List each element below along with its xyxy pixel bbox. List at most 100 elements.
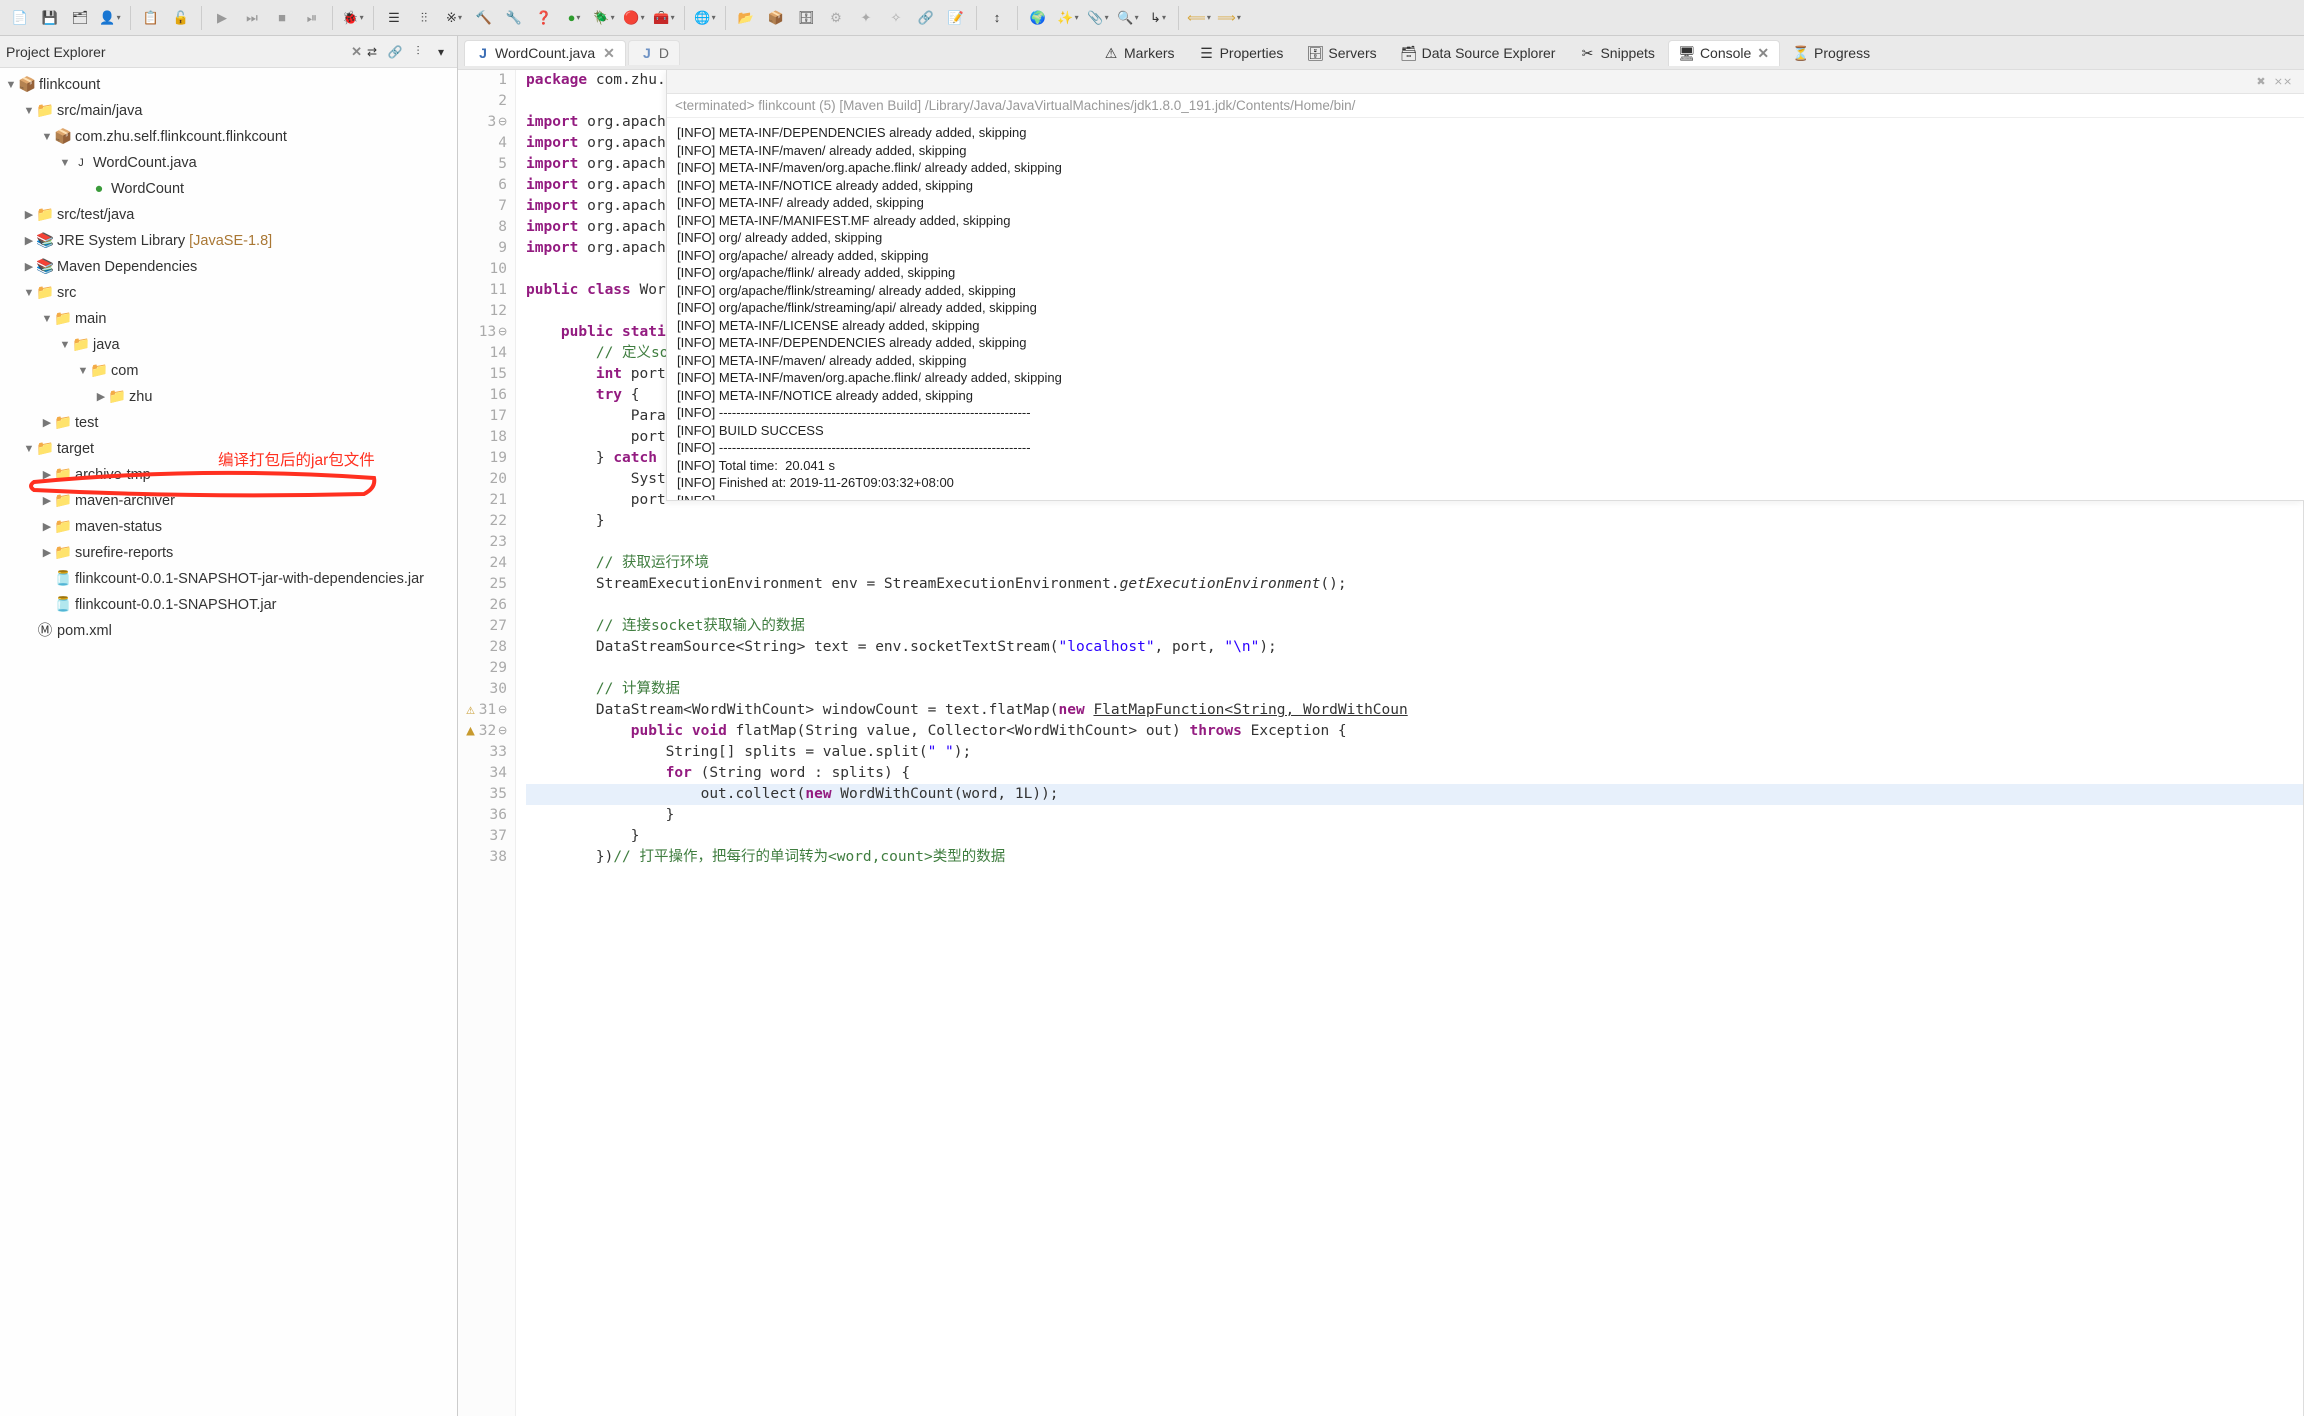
wand2-icon[interactable]: ✦: [852, 4, 880, 32]
new-icon[interactable]: 📄: [6, 4, 34, 32]
expand-arrow-icon[interactable]: ▶: [22, 256, 36, 278]
save-icon[interactable]: 💾: [36, 4, 64, 32]
open-icon[interactable]: 🔓: [167, 4, 195, 32]
saveall-icon[interactable]: 🗂: [66, 4, 94, 32]
run-ext-icon[interactable]: 🧰▾: [650, 4, 678, 32]
link-icon[interactable]: 🔗: [912, 4, 940, 32]
view-tab-properties[interactable]: ☰Properties: [1188, 40, 1295, 65]
editor-tab-wordcount[interactable]: J WordCount.java ✕: [464, 40, 626, 66]
expand-arrow-icon[interactable]: ▶: [94, 386, 108, 408]
close-icon[interactable]: ✕: [351, 44, 362, 60]
tree-item[interactable]: ▼📁main: [0, 306, 457, 332]
package-icon[interactable]: 📦: [762, 4, 790, 32]
console-output[interactable]: [INFO] META-INF/DEPENDENCIES already add…: [667, 118, 2304, 500]
filter-icon[interactable]: ※▾: [440, 4, 468, 32]
globe-icon[interactable]: 🌐▾: [691, 4, 719, 32]
tree-item[interactable]: ▼📁src: [0, 280, 457, 306]
step-in-icon[interactable]: ↳▾: [1144, 4, 1172, 32]
tree-item[interactable]: ▼📦flinkcount: [0, 72, 457, 98]
code-line[interactable]: public void flatMap(String value, Collec…: [526, 721, 2303, 742]
menu-icon[interactable]: ▾: [431, 42, 451, 62]
expand-arrow-icon[interactable]: ▶: [40, 542, 54, 564]
external-icon[interactable]: 🔴▾: [620, 4, 648, 32]
code-line[interactable]: }: [526, 511, 2303, 532]
expand-arrow-icon[interactable]: ▶: [40, 490, 54, 512]
expand-arrow-icon[interactable]: ▼: [58, 152, 72, 174]
view-tab-servers[interactable]: 🗄Servers: [1296, 40, 1387, 65]
expand-arrow-icon[interactable]: ▼: [22, 100, 36, 122]
tree-item[interactable]: 🫙flinkcount-0.0.1-SNAPSHOT-jar-with-depe…: [0, 566, 457, 592]
tree-item[interactable]: ▶📁src/test/java: [0, 202, 457, 228]
expand-arrow-icon[interactable]: ▶: [22, 230, 36, 252]
code-line[interactable]: out.collect(new WordWithCount(word, 1L))…: [526, 784, 2303, 805]
tree-item[interactable]: ▶📚JRE System Library [JavaSE-1.8]: [0, 228, 457, 254]
expand-arrow-icon[interactable]: ▼: [40, 308, 54, 330]
code-line[interactable]: DataStream<WordWithCount> windowCount = …: [526, 700, 2303, 721]
code-line[interactable]: // 连接socket获取输入的数据: [526, 616, 2303, 637]
expand-arrow-icon[interactable]: ▶: [40, 412, 54, 434]
wand-icon[interactable]: 🔨: [470, 4, 498, 32]
tree-item[interactable]: ▼📦com.zhu.self.flinkcount.flinkcount: [0, 124, 457, 150]
magic-icon[interactable]: ✨▾: [1054, 4, 1082, 32]
focus-icon[interactable]: ⫶: [408, 42, 428, 62]
tree-item[interactable]: ▶📚Maven Dependencies: [0, 254, 457, 280]
run-icon[interactable]: ▶: [208, 4, 236, 32]
tree-item[interactable]: ▶📁surefire-reports: [0, 540, 457, 566]
expand-arrow-icon[interactable]: ▶: [40, 516, 54, 538]
code-line[interactable]: }: [526, 826, 2303, 847]
step-icon[interactable]: ↕: [983, 4, 1011, 32]
expand-arrow-icon[interactable]: ▼: [58, 334, 72, 356]
tree-item[interactable]: ▶📁zhu: [0, 384, 457, 410]
expand-arrow-icon[interactable]: ▼: [4, 74, 18, 96]
nav-icon[interactable]: 🔍▾: [1114, 4, 1142, 32]
outline2-icon[interactable]: ⫶⫶: [410, 4, 438, 32]
expand-arrow-icon[interactable]: ▼: [22, 438, 36, 460]
stop-icon[interactable]: ■: [268, 4, 296, 32]
expand-arrow-icon[interactable]: ▼: [76, 360, 90, 382]
collapse-icon[interactable]: ⇄: [362, 42, 382, 62]
code-line[interactable]: DataStreamSource<String> text = env.sock…: [526, 637, 2303, 658]
world-icon[interactable]: 🌍: [1024, 4, 1052, 32]
view-tab-markers[interactable]: ⚠Markers: [1092, 40, 1186, 65]
tab-close-icon[interactable]: ✕: [1757, 45, 1769, 62]
tree-item[interactable]: Ⓜpom.xml: [0, 618, 457, 644]
tree-item[interactable]: ▶📁maven-status: [0, 514, 457, 540]
new-folder-icon[interactable]: 📂: [732, 4, 760, 32]
doc-icon[interactable]: 📝: [942, 4, 970, 32]
project-tree[interactable]: ▼📦flinkcount▼📁src/main/java▼📦com.zhu.sel…: [0, 68, 457, 1416]
tree-item[interactable]: ▼JWordCount.java: [0, 150, 457, 176]
code-line[interactable]: })// 打平操作，把每行的单词转为<word,count>类型的数据: [526, 847, 2303, 868]
editor-tab-other[interactable]: J D: [628, 40, 680, 65]
tree-item[interactable]: ●WordCount: [0, 176, 457, 202]
expand-arrow-icon[interactable]: ▼: [22, 282, 36, 304]
person-icon[interactable]: 👤▾: [96, 4, 124, 32]
console-removeall-icon[interactable]: ⨯⨯: [2274, 73, 2292, 91]
expand-arrow-icon[interactable]: ▶: [22, 204, 36, 226]
tree-item[interactable]: 🫙flinkcount-0.0.1-SNAPSHOT.jar: [0, 592, 457, 618]
tree-item[interactable]: ▼📁src/main/java: [0, 98, 457, 124]
debug-run-icon[interactable]: 🪲▾: [590, 4, 618, 32]
code-line[interactable]: [526, 595, 2303, 616]
code-line[interactable]: String[] splits = value.split(" ");: [526, 742, 2303, 763]
console-remove-icon[interactable]: ✖: [2252, 73, 2270, 91]
search-config-icon[interactable]: 🔧: [500, 4, 528, 32]
expand-arrow-icon[interactable]: ▶: [40, 464, 54, 486]
code-line[interactable]: StreamExecutionEnvironment env = StreamE…: [526, 574, 2303, 595]
git-icon[interactable]: ⚙: [822, 4, 850, 32]
forward-icon[interactable]: ⟹▾: [1215, 4, 1243, 32]
outline-icon[interactable]: ☰: [380, 4, 408, 32]
code-line[interactable]: // 计算数据: [526, 679, 2303, 700]
view-tab-data-source-explorer[interactable]: 🗃Data Source Explorer: [1390, 40, 1567, 65]
debug-icon[interactable]: 🐞▾: [339, 4, 367, 32]
expand-arrow-icon[interactable]: ▼: [40, 126, 54, 148]
code-line[interactable]: [526, 658, 2303, 679]
code-line[interactable]: // 获取运行环境: [526, 553, 2303, 574]
back-icon[interactable]: ⟸▾: [1185, 4, 1213, 32]
view-tab-snippets[interactable]: ✂Snippets: [1568, 40, 1665, 65]
code-line[interactable]: }: [526, 805, 2303, 826]
view-tab-console[interactable]: 🖥Console✕: [1668, 40, 1780, 66]
tree-item[interactable]: ▼📁com: [0, 358, 457, 384]
code-line[interactable]: [526, 532, 2303, 553]
link-editor-icon[interactable]: 🔗: [385, 42, 405, 62]
tree-item[interactable]: ▶📁maven-archiver: [0, 488, 457, 514]
